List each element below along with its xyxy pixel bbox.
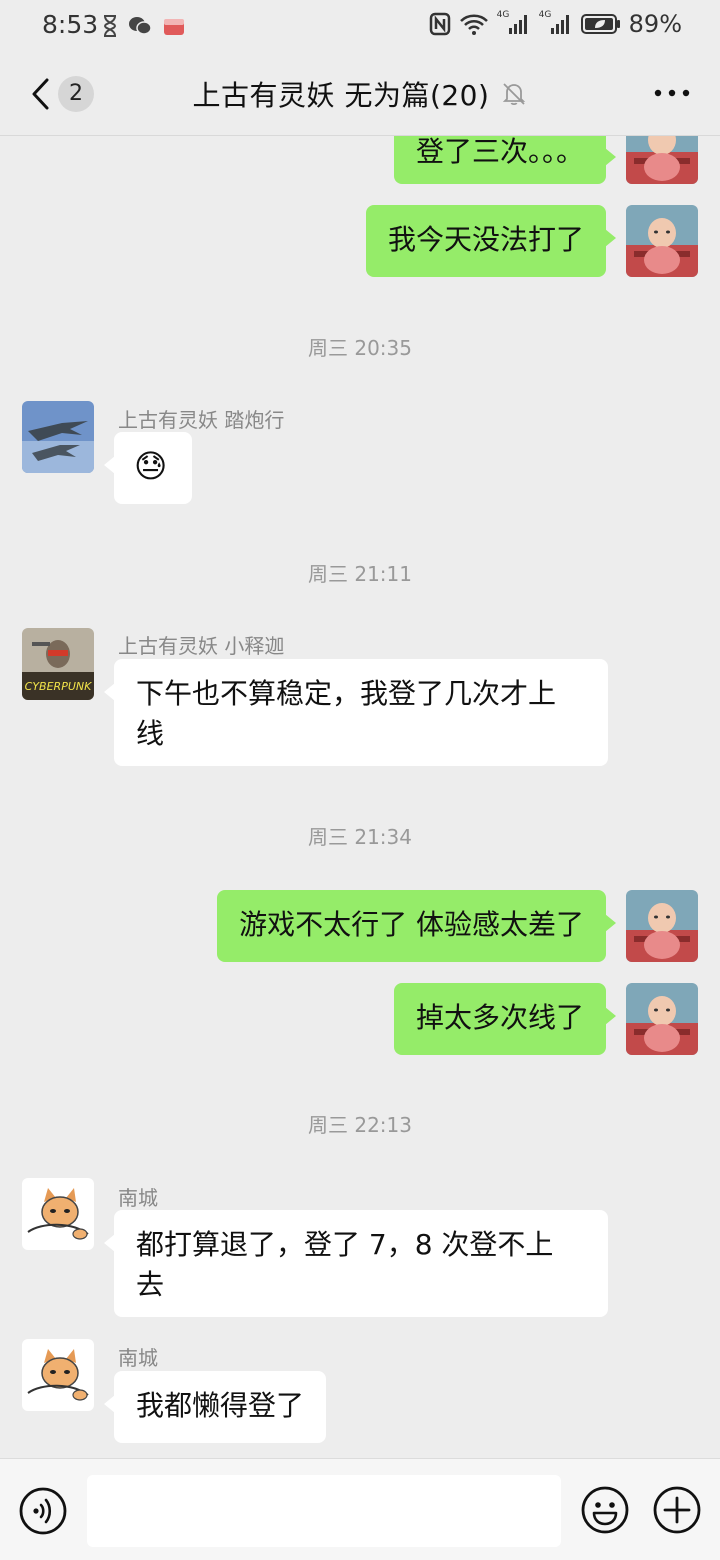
message-text: 游戏不太行了 体验感太差了	[239, 908, 584, 941]
message-text: 我今天没法打了	[387, 223, 584, 256]
message-emoji: 😓	[134, 447, 168, 485]
add-attachment-icon[interactable]	[652, 1485, 702, 1535]
message-text-line-2: 去	[136, 1268, 165, 1301]
message-text-line-2: 线	[136, 717, 165, 750]
message-bubble[interactable]: 😓	[104, 432, 192, 504]
sender-name: 上古有灵妖 小释迦	[118, 634, 285, 658]
input-bar	[0, 1458, 720, 1560]
baby-photo-avatar	[626, 136, 698, 184]
cyberpunk-character-avatar: CYBERPUNK	[22, 628, 94, 700]
cat-sticker-avatar	[22, 1178, 94, 1250]
my-avatar[interactable]	[626, 890, 698, 962]
sender-avatar[interactable]	[22, 1178, 94, 1250]
battery-percent: 89%	[628, 10, 682, 38]
chat-title[interactable]: 上古有灵妖 无为篇(20)	[193, 74, 490, 114]
timestamp: 周三 20:35	[308, 336, 412, 360]
message-input[interactable]	[87, 1475, 561, 1547]
fighter-jet-avatar	[22, 401, 94, 473]
battery-icon	[580, 14, 620, 34]
wifi-icon	[459, 14, 488, 35]
message-text-line-1: 下午也不算稳定，我登了几次才上	[136, 677, 557, 710]
chat-title-wrap: 上古有灵妖 无为篇(20)	[193, 74, 528, 114]
app-notification-icon	[164, 19, 184, 35]
baby-photo-avatar	[626, 983, 698, 1055]
emoji-icon[interactable]	[580, 1485, 630, 1535]
cyberpunk-logo-text: CYBERPUNK	[25, 680, 92, 693]
signal-bars-icon	[550, 15, 569, 34]
signal-bars-icon	[508, 15, 527, 34]
message-text: 我都懒得登了	[136, 1389, 305, 1422]
cell-signal-1: 4G	[497, 10, 531, 36]
message-bubble[interactable]: 掉太多次线了	[393, 983, 617, 1055]
sender-avatar[interactable]	[22, 401, 94, 473]
message-bubble[interactable]: 我都懒得登了	[103, 1371, 327, 1443]
baby-photo-avatar	[626, 205, 698, 277]
sender-avatar[interactable]	[22, 1339, 94, 1411]
sender-name: 南城	[118, 1346, 158, 1370]
chat-header: 2 上古有灵妖 无为篇(20)	[0, 52, 720, 136]
muted-bell-icon	[503, 83, 526, 106]
status-left-icons	[102, 14, 186, 38]
timestamp: 周三 21:11	[308, 562, 412, 586]
cell-signal-2: 4G	[539, 10, 573, 36]
status-right-icons: 4G 4G 89%	[429, 10, 682, 38]
message-bubble[interactable]: 游戏不太行了 体验感太差了	[217, 890, 616, 962]
nfc-icon	[429, 12, 450, 36]
sender-avatar[interactable]: CYBERPUNK	[22, 628, 94, 700]
wechat-icon	[129, 17, 152, 35]
message-bubble[interactable]: 下午也不算稳定，我登了几次才上 线	[104, 659, 608, 766]
status-bar: 8:53 4G 4G 89%	[0, 0, 720, 52]
my-avatar[interactable]	[626, 136, 698, 184]
hourglass-icon	[103, 15, 117, 37]
status-time: 8:53	[42, 10, 99, 39]
message-text-line-1: 都打算退了，登了 7，8 次登不上	[136, 1228, 554, 1261]
message-bubble[interactable]: 都打算退了，登了 7，8 次登不上 去	[104, 1210, 608, 1317]
baby-photo-avatar	[626, 890, 698, 962]
message-list[interactable]: 登了三次。。。 我今天没法打了 周三 20:35 上古有灵妖 踏炮行 😓 周三 …	[0, 136, 720, 1458]
more-options-icon[interactable]	[654, 88, 690, 98]
sender-name: 上古有灵妖 踏炮行	[118, 408, 285, 432]
cat-sticker-avatar	[22, 1339, 94, 1411]
chat-title-row: 上古有灵妖 无为篇(20)	[0, 74, 720, 114]
timestamp: 周三 21:34	[308, 825, 412, 849]
my-avatar[interactable]	[626, 205, 698, 277]
message-bubble[interactable]: 我今天没法打了	[365, 205, 617, 277]
message-text: 登了三次。。。	[415, 136, 584, 168]
timestamp: 周三 22:13	[308, 1113, 412, 1137]
sender-name: 南城	[118, 1186, 158, 1210]
my-avatar[interactable]	[626, 983, 698, 1055]
voice-input-icon[interactable]	[19, 1487, 67, 1535]
message-text: 掉太多次线了	[415, 1001, 584, 1034]
message-bubble[interactable]: 登了三次。。。	[393, 136, 617, 184]
